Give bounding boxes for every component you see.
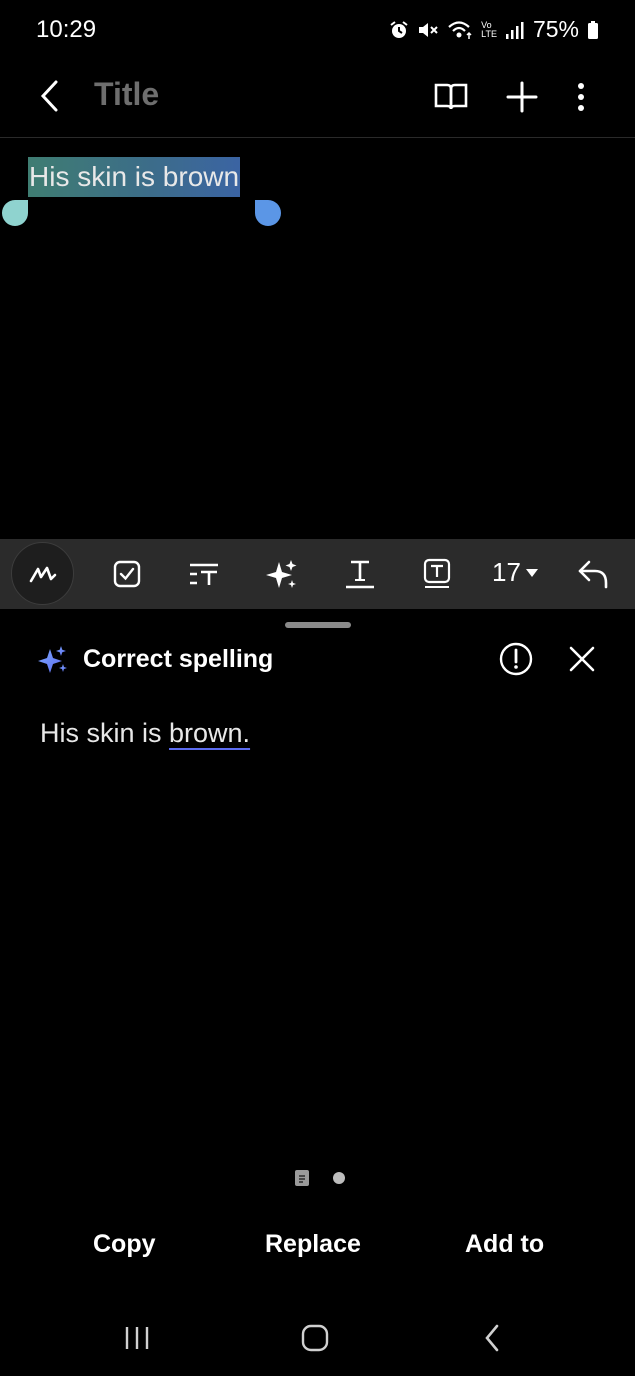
network-label-bottom: LTE: [481, 28, 497, 39]
add-to-button[interactable]: Add to: [465, 1230, 544, 1259]
text-style-button[interactable]: [181, 551, 227, 597]
replace-button[interactable]: Replace: [265, 1230, 361, 1259]
ai-assist-button[interactable]: [259, 551, 305, 597]
close-icon: [569, 646, 595, 672]
battery-icon: [587, 20, 599, 40]
note-title[interactable]: Title: [94, 76, 159, 113]
sheet-title: Correct spelling: [83, 645, 274, 673]
reading-mode-button[interactable]: [428, 74, 474, 120]
system-nav-bar: [0, 1308, 635, 1368]
reading-mode-icon: [434, 83, 468, 110]
page-indicator: [295, 1170, 345, 1186]
back-icon: [485, 1324, 499, 1352]
formatting-toolbar: 17: [0, 539, 635, 609]
status-bar: 10:29 Vo LTE 75%: [0, 0, 635, 60]
checkbox-icon: [113, 560, 141, 588]
status-icons: Vo LTE 75%: [389, 16, 599, 43]
ai-sparkle-icon: [266, 560, 297, 588]
action-buttons: Copy Replace Add to: [0, 1230, 635, 1274]
sheet-header: Correct spelling: [0, 635, 635, 685]
info-button[interactable]: [498, 641, 534, 677]
selected-text[interactable]: His skin is brown: [28, 157, 241, 197]
chevron-down-icon: [525, 568, 538, 577]
more-icon: [578, 83, 584, 111]
status-time: 10:29: [36, 16, 97, 43]
note-editor[interactable]: His skin is brown: [0, 139, 635, 539]
close-button[interactable]: [564, 641, 600, 677]
back-button[interactable]: [30, 74, 74, 118]
home-button[interactable]: [293, 1316, 337, 1360]
volte-icon: Vo LTE: [481, 20, 497, 39]
font-size-selector[interactable]: 17: [492, 557, 539, 588]
info-icon: [499, 642, 533, 676]
home-icon: [301, 1324, 329, 1352]
alarm-icon: [389, 20, 409, 40]
app-bar: Title: [0, 60, 635, 138]
recents-button[interactable]: [115, 1316, 159, 1360]
corrected-word[interactable]: brown.: [169, 718, 250, 748]
selection-handle-end[interactable]: [254, 197, 282, 226]
battery-percent: 75%: [532, 16, 579, 42]
ai-sparkle-icon: [38, 645, 68, 678]
undo-button[interactable]: [570, 551, 616, 597]
add-icon: [506, 81, 538, 113]
checkbox-button[interactable]: [104, 551, 150, 597]
undo-icon: [578, 560, 608, 589]
document-page-icon: [295, 1170, 309, 1186]
corrected-text: His skin is brown.: [40, 718, 250, 749]
nav-back-button[interactable]: [471, 1316, 515, 1360]
sheet-drag-handle[interactable]: [285, 622, 351, 628]
signal-icon: [505, 20, 525, 40]
add-button[interactable]: [499, 74, 545, 120]
mute-icon: [417, 20, 439, 40]
text-box-icon: [423, 558, 451, 588]
pen-mode-button[interactable]: [11, 542, 74, 605]
copy-button[interactable]: Copy: [93, 1230, 156, 1259]
more-options-button[interactable]: [558, 74, 604, 120]
back-icon: [40, 80, 58, 112]
selection-handle-start[interactable]: [1, 197, 29, 226]
font-size-value: 17: [492, 557, 521, 587]
wifi-icon: [447, 20, 473, 40]
text-format-button[interactable]: [337, 551, 383, 597]
page-dot: [333, 1172, 345, 1184]
text-format-icon: [346, 560, 374, 589]
text-box-button[interactable]: [414, 551, 460, 597]
corrected-text-prefix: His skin is: [40, 718, 170, 748]
pen-icon: [29, 566, 56, 582]
text-style-icon: [190, 563, 218, 585]
recents-icon: [125, 1327, 149, 1349]
